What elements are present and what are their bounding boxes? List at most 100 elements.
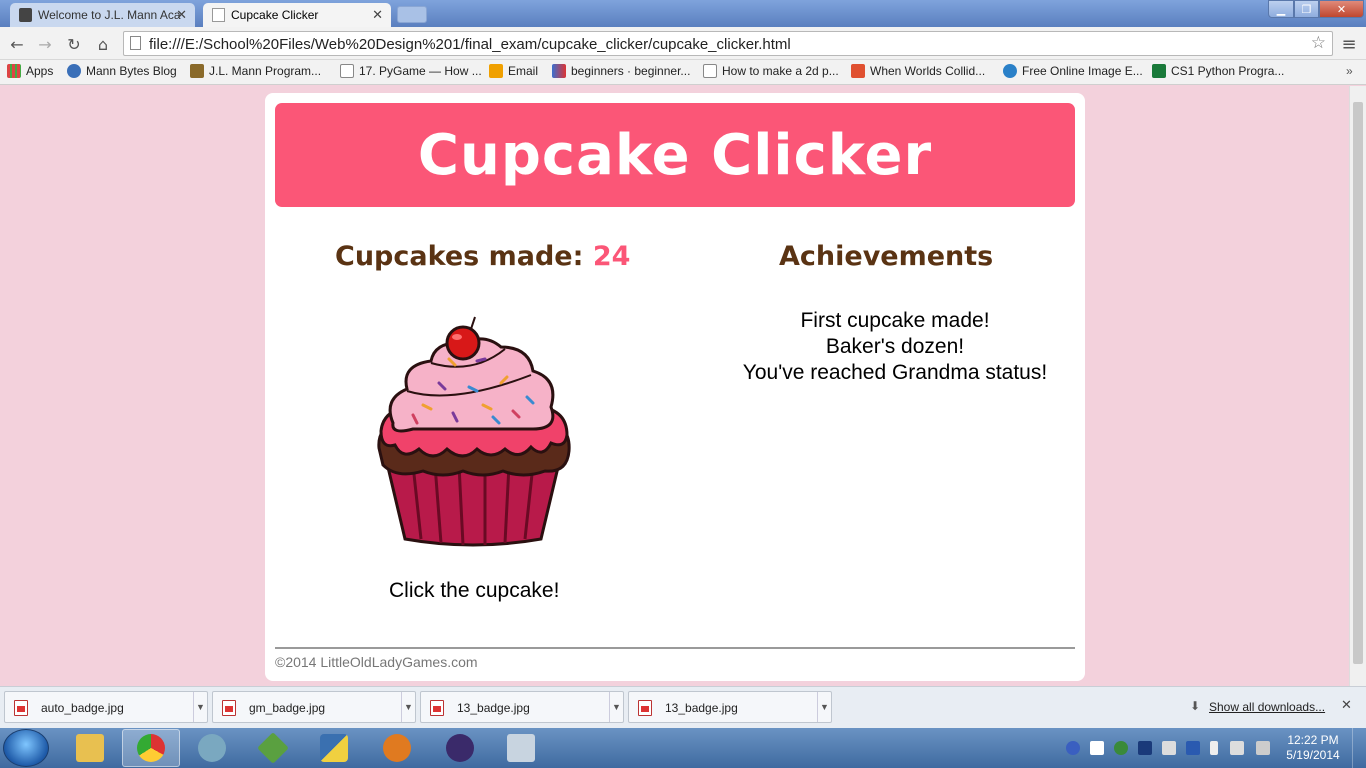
download-arrow-icon: ⬇ (1190, 699, 1201, 713)
bookmark-label: How to make a 2d p... (722, 64, 839, 78)
bookmark-2d-game[interactable]: How to make a 2d p... (703, 64, 839, 78)
image-file-icon (430, 700, 444, 716)
reload-icon[interactable]: ↻ (63, 33, 85, 55)
page-icon (130, 36, 141, 50)
app-icon (198, 734, 226, 762)
plus-icon (851, 64, 865, 78)
downloads-bar: auto_badge.jpg ▼ gm_badge.jpg ▼ 13_badge… (0, 686, 1366, 728)
clock-time: 12:22 PM (1287, 733, 1339, 747)
taskbar-calculator[interactable] (492, 729, 550, 767)
clock[interactable]: 12:22 PM 5/19/2014 (1280, 733, 1346, 763)
address-bar[interactable]: file:///E:/School%20Files/Web%20Design%2… (123, 31, 1333, 56)
network-icon[interactable] (1162, 741, 1176, 755)
image-file-icon (14, 700, 28, 716)
chevron-down-icon[interactable]: ▼ (193, 692, 207, 722)
page-icon (340, 64, 354, 78)
download-filename: auto_badge.jpg (41, 701, 124, 715)
bookmark-label: When Worlds Collid... (870, 64, 986, 78)
taskbar-chrome[interactable] (122, 729, 180, 767)
taskbar-python[interactable] (305, 729, 363, 767)
taskbar-explorer[interactable] (61, 729, 119, 767)
bookmark-jl-mann[interactable]: J.L. Mann Program... (190, 64, 321, 78)
tab-cupcake-clicker[interactable]: Cupcake Clicker ✕ (203, 3, 391, 27)
home-icon[interactable]: ⌂ (92, 33, 114, 55)
tab-jl-mann[interactable]: Welcome to J.L. Mann Aca ✕ (10, 3, 195, 27)
tab-title: Welcome to J.L. Mann Aca (38, 8, 181, 22)
bookmark-apps[interactable]: Apps (7, 64, 53, 78)
bookmark-label: beginners · beginner... (571, 64, 691, 78)
start-button[interactable] (3, 729, 49, 767)
battery-icon[interactable] (1210, 741, 1218, 755)
globe-icon (1003, 64, 1017, 78)
download-item[interactable]: 13_badge.jpg ▼ (628, 691, 832, 723)
app-icon (383, 734, 411, 762)
close-icon[interactable]: ✕ (1341, 698, 1352, 713)
system-tray (1062, 728, 1282, 768)
bookmark-label: J.L. Mann Program... (209, 64, 322, 78)
cupcake-counter: Cupcakes made: 24 (335, 241, 630, 272)
bookmark-label: Free Online Image E... (1022, 64, 1143, 78)
bookmark-email[interactable]: Email (489, 64, 538, 78)
close-icon[interactable]: ✕ (372, 7, 383, 23)
restore-button[interactable]: ❐ (1294, 0, 1319, 18)
taskbar-app[interactable] (368, 729, 426, 767)
bookmark-label: Email (508, 64, 539, 78)
achievements-title: Achievements (779, 241, 994, 272)
school-icon (190, 64, 204, 78)
download-filename: gm_badge.jpg (249, 701, 326, 715)
download-item[interactable]: gm_badge.jpg ▼ (212, 691, 416, 723)
chevron-down-icon[interactable]: ▼ (609, 692, 623, 722)
bookmarks-overflow-icon[interactable]: » (1346, 64, 1353, 78)
download-filename: 13_badge.jpg (665, 701, 738, 715)
bookmark-pygame[interactable]: 17. PyGame — How ... (340, 64, 482, 78)
taskbar-app[interactable] (244, 729, 302, 767)
bookmark-cs1-python[interactable]: CS1 Python Progra... (1152, 64, 1284, 78)
show-all-downloads-link[interactable]: Show all downloads... (1209, 700, 1325, 714)
chevron-down-icon[interactable]: ▼ (401, 692, 415, 722)
new-tab-button[interactable] (397, 6, 427, 23)
eclipse-icon (446, 734, 474, 762)
back-arrow-icon[interactable]: ← (6, 33, 28, 55)
page-title: Cupcake Clicker (417, 122, 933, 188)
page-icon (212, 8, 225, 22)
game-header: Cupcake Clicker (275, 103, 1075, 207)
tray-app-icon[interactable] (1186, 741, 1200, 755)
footer-copyright: ©2014 LittleOldLadyGames.com (275, 654, 478, 670)
download-filename: 13_badge.jpg (457, 701, 530, 715)
clock-date: 5/19/2014 (1286, 748, 1340, 762)
tray-app-icon[interactable] (1066, 741, 1080, 755)
bookmark-worlds-collide[interactable]: When Worlds Collid... (851, 64, 985, 78)
scrollbar-thumb[interactable] (1353, 102, 1363, 664)
forward-arrow-icon[interactable]: → (34, 33, 56, 55)
star-icon[interactable]: ☆ (1311, 33, 1326, 53)
cupcake-button[interactable] (373, 313, 573, 549)
tray-app-icon[interactable] (1114, 741, 1128, 755)
calculator-icon (507, 734, 535, 762)
close-icon[interactable]: ✕ (176, 7, 187, 23)
download-item[interactable]: 13_badge.jpg ▼ (420, 691, 624, 723)
chevron-down-icon[interactable]: ▼ (817, 692, 831, 722)
achievement-item: First cupcake made! (800, 309, 990, 332)
taskbar-app[interactable] (183, 729, 241, 767)
window-close-button[interactable]: ✕ (1319, 0, 1364, 18)
windows-taskbar: 12:22 PM 5/19/2014 (0, 728, 1366, 768)
minimize-button[interactable]: ▁ (1268, 0, 1294, 18)
achievement-item: You've reached Grandma status! (742, 361, 1048, 384)
menu-icon[interactable]: ≡ (1338, 33, 1360, 55)
globe-icon (67, 64, 81, 78)
app-icon (257, 732, 289, 764)
download-item[interactable]: auto_badge.jpg ▼ (4, 691, 208, 723)
tray-app-icon[interactable] (1090, 741, 1104, 755)
tray-app-icon[interactable] (1138, 741, 1152, 755)
bookmark-beginners[interactable]: beginners · beginner... (552, 64, 690, 78)
scrollbar[interactable] (1349, 86, 1366, 686)
url-text: file:///E:/School%20Files/Web%20Design%2… (149, 36, 791, 53)
bookmark-mann-bytes[interactable]: Mann Bytes Blog (67, 64, 177, 78)
bookmark-image-editor[interactable]: Free Online Image E... (1003, 64, 1143, 78)
taskbar-eclipse[interactable] (431, 729, 489, 767)
achievement-item: Baker's dozen! (825, 335, 965, 358)
signal-icon[interactable] (1230, 741, 1244, 755)
volume-icon[interactable] (1256, 741, 1270, 755)
browser-titlebar: Welcome to J.L. Mann Aca ✕ Cupcake Click… (0, 0, 1366, 27)
show-desktop-button[interactable] (1352, 728, 1366, 768)
